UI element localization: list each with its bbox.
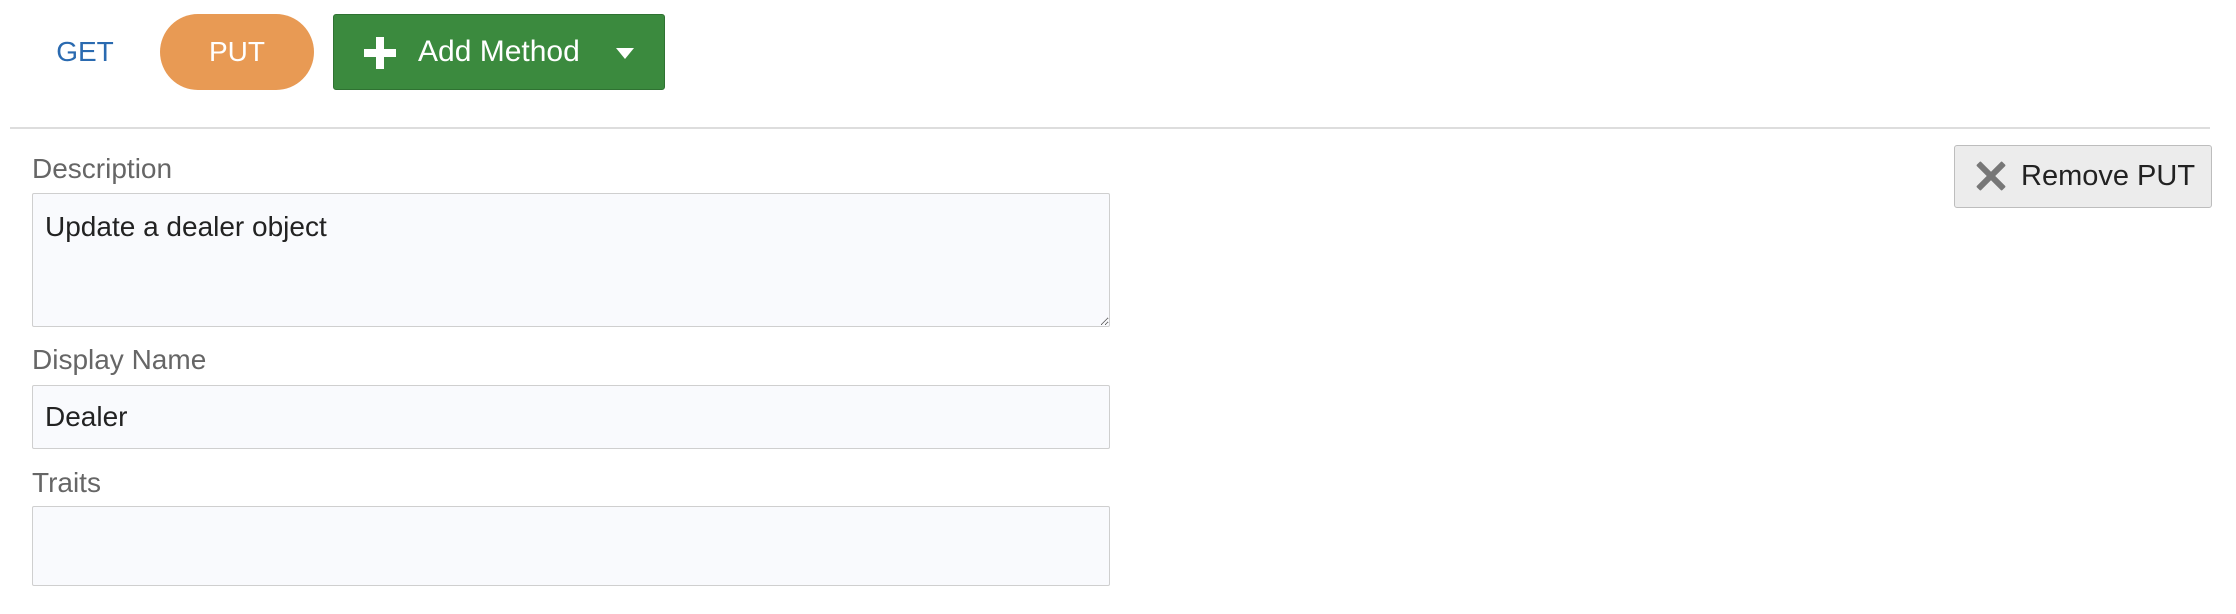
- display-name-label: Display Name: [32, 344, 207, 375]
- remove-put-button[interactable]: Remove PUT: [1954, 145, 2212, 208]
- method-tabs-bar: GET PUT Add Method: [0, 0, 2236, 128]
- tab-put[interactable]: PUT: [160, 14, 314, 90]
- tab-get[interactable]: GET: [38, 14, 132, 90]
- remove-put-label: Remove PUT: [2021, 160, 2196, 192]
- display-name-input[interactable]: [32, 385, 1110, 449]
- divider: [10, 127, 2210, 129]
- plus-icon: [364, 37, 396, 69]
- add-method-button[interactable]: Add Method: [333, 14, 665, 90]
- traits-label: Traits: [32, 467, 101, 498]
- description-label: Description: [32, 153, 173, 184]
- description-textarea[interactable]: Update a dealer object: [32, 193, 1110, 327]
- close-icon: [1975, 160, 2007, 192]
- traits-field[interactable]: [32, 506, 1110, 586]
- add-method-label: Add Method: [418, 35, 580, 68]
- caret-down-icon[interactable]: [616, 48, 634, 59]
